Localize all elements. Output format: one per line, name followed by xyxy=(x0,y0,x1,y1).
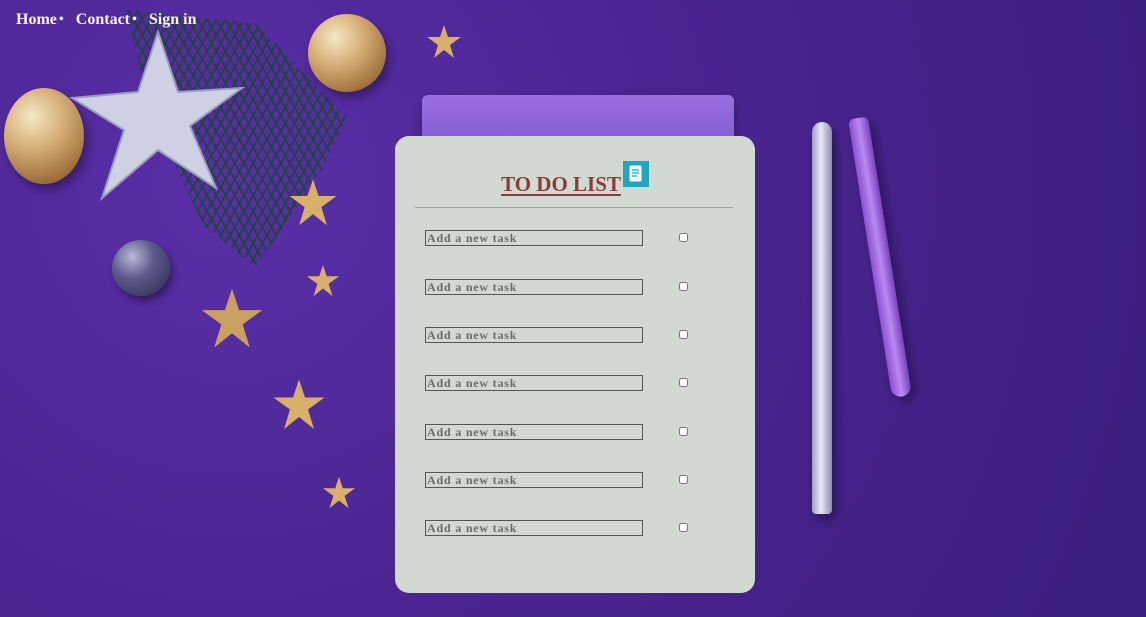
task-row xyxy=(425,424,725,440)
task-checkbox[interactable] xyxy=(679,475,688,484)
nav-separator: • xyxy=(132,12,137,27)
pencil-decoration xyxy=(848,116,912,399)
pen-decoration xyxy=(812,122,832,514)
task-input[interactable] xyxy=(425,327,643,343)
task-input[interactable] xyxy=(425,424,643,440)
task-row xyxy=(425,327,725,343)
top-nav: Home • Contact • Sign in xyxy=(16,11,197,29)
task-checkbox[interactable] xyxy=(679,427,688,436)
todo-header: TO DO LIST xyxy=(395,161,755,197)
gold-star-decoration xyxy=(201,288,263,348)
task-row xyxy=(425,472,725,488)
task-row xyxy=(425,230,725,246)
nav-separator: • xyxy=(58,12,64,27)
task-input[interactable] xyxy=(425,520,643,536)
page: Home • Contact • Sign in TO DO LIST xyxy=(0,0,1146,617)
task-checkbox[interactable] xyxy=(679,330,688,339)
gold-star-decoration xyxy=(273,379,325,429)
task-input[interactable] xyxy=(425,279,643,295)
task-input[interactable] xyxy=(425,230,643,246)
task-checkbox[interactable] xyxy=(679,378,688,387)
task-input[interactable] xyxy=(425,375,643,391)
task-checkbox[interactable] xyxy=(679,233,688,242)
task-row xyxy=(425,279,725,295)
silver-star-decoration xyxy=(68,30,246,202)
task-input[interactable] xyxy=(425,472,643,488)
gold-star-decoration xyxy=(289,179,337,226)
dark-bauble-decoration xyxy=(112,240,170,296)
gold-bauble-decoration xyxy=(308,14,386,92)
header-divider xyxy=(415,207,733,208)
nav-contact-link[interactable]: Contact xyxy=(76,11,130,29)
task-checkbox[interactable] xyxy=(679,523,688,532)
gold-star-decoration xyxy=(306,264,340,297)
nav-sign-in-link[interactable]: Sign in xyxy=(149,11,197,29)
task-row xyxy=(425,520,725,536)
nav-home-link[interactable]: Home xyxy=(16,11,57,29)
gold-star-decoration xyxy=(322,476,356,509)
todo-card: TO DO LIST xyxy=(395,136,755,593)
task-checkbox[interactable] xyxy=(679,282,688,291)
task-row xyxy=(425,375,725,391)
notepad-icon xyxy=(622,161,649,187)
gold-star-decoration xyxy=(427,25,461,58)
todo-title: TO DO LIST xyxy=(501,172,621,196)
